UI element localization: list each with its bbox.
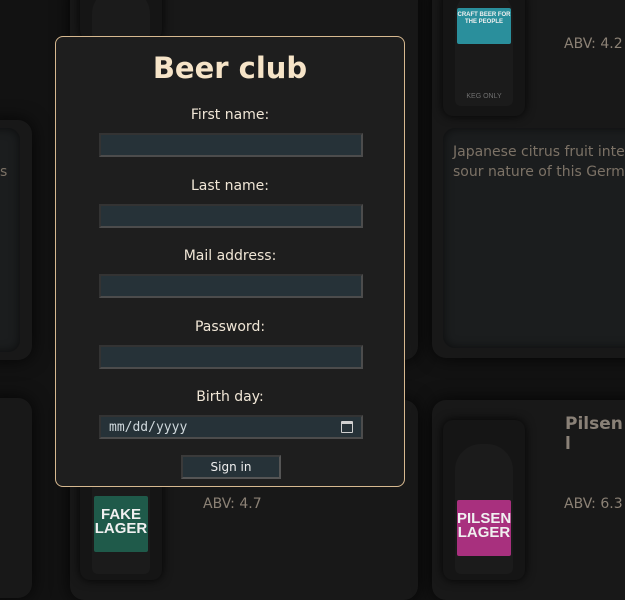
bottle-image-right-top: CRAFT BEER FOR THE PEOPLE KEG ONLY [443,0,525,116]
first-name-input[interactable] [99,133,363,157]
bottle [92,0,150,40]
calendar-icon[interactable] [341,421,353,433]
bottle-label: FAKE LAGER [94,496,148,552]
last-name-input[interactable] [99,204,363,228]
first-name-label: First name: [190,107,270,123]
abv-value: ABV: 6.3 [564,496,623,512]
birth-day-label: Birth day: [196,389,264,405]
bottle-image-pilsen-lager: PILSEN LAGER [443,420,525,580]
abv-value: ABV: 4.2 [564,36,623,52]
description-fragment: s [0,164,8,180]
birth-day-input[interactable]: mm/dd/yyyy [99,415,363,439]
bottle: CRAFT BEER FOR THE PEOPLE KEG ONLY [455,0,513,106]
abv-value: ABV: 4.7 [203,496,262,512]
beer-name: Pilsen l [565,414,623,454]
beer-card-left: s [0,120,32,360]
beer-card-left-lower [0,398,32,598]
sign-in-button[interactable]: Sign in [181,455,281,479]
bottle-label: PILSEN LAGER [457,500,511,556]
mail-address-input[interactable] [99,274,363,298]
description-line: sour nature of this Germ [453,164,625,180]
password-input[interactable] [99,345,363,369]
beer-club-signup-modal: Beer club First name: Last name: Mail ad… [55,36,405,487]
description-line: Japanese citrus fruit inte [453,144,625,160]
modal-title: Beer club [152,51,308,85]
password-label: Password: [194,319,266,335]
mail-address-label: Mail address: [183,248,277,264]
bottle-image-center-top [80,0,162,40]
bottle-label: CRAFT BEER FOR THE PEOPLE [457,8,511,44]
bottle: PILSEN LAGER [455,444,513,574]
last-name-label: Last name: [190,178,270,194]
bottle-bottom-text: KEG ONLY [466,93,502,100]
date-placeholder: mm/dd/yyyy [109,419,188,435]
